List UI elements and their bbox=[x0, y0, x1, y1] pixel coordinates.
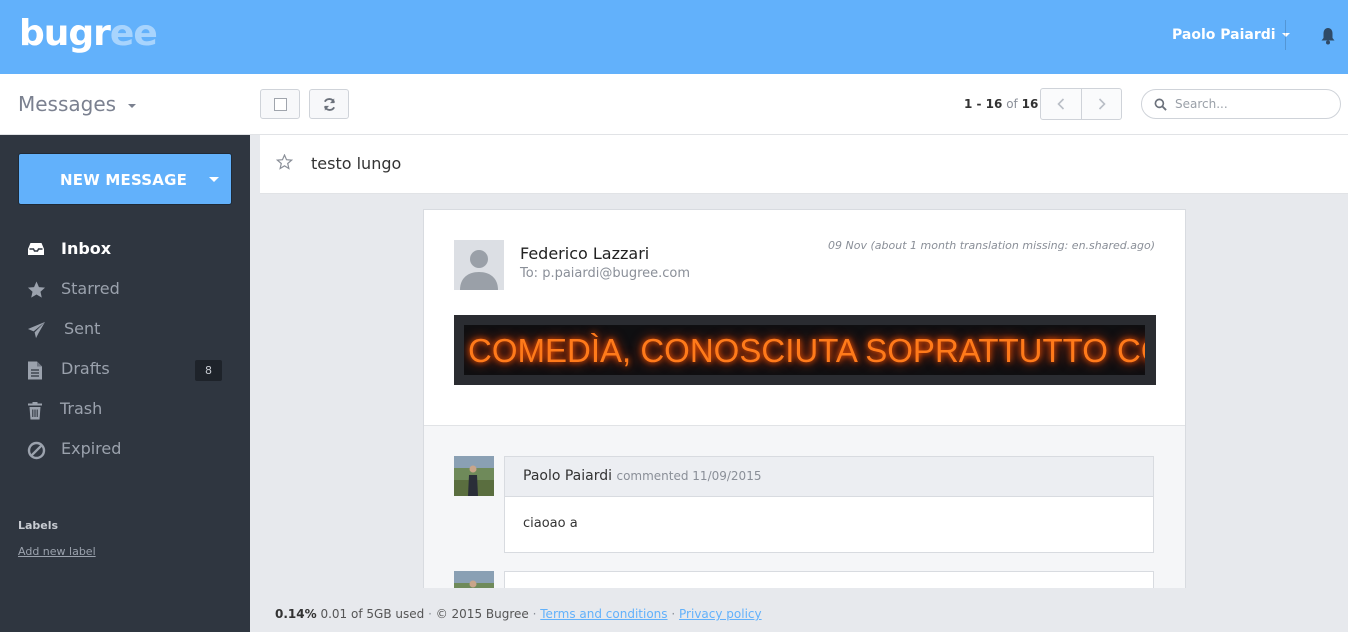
message-date: 09 Nov (about 1 month translation missin… bbox=[828, 239, 1155, 252]
logo-text: bugr bbox=[19, 13, 111, 54]
message-card: Federico Lazzari To: p.paiardi@bugree.co… bbox=[423, 209, 1186, 632]
sidebar-item-label: Drafts bbox=[61, 359, 110, 378]
bugree-logo[interactable]: bugree bbox=[19, 12, 158, 56]
sidebar-item-starred[interactable]: Starred bbox=[0, 272, 250, 308]
commenter-photo bbox=[454, 456, 494, 496]
checkbox-icon bbox=[274, 98, 287, 111]
chevron-right-icon bbox=[1098, 98, 1106, 110]
select-all-button[interactable] bbox=[260, 89, 300, 119]
message-subject-bar: testo lungo bbox=[260, 135, 1348, 194]
sidebar-item-drafts[interactable]: Drafts 8 bbox=[0, 352, 250, 388]
comment-header: Paolo Paiardi commented 11/09/2015 bbox=[505, 457, 1153, 497]
storage-usage: 0.01 of 5GB used bbox=[320, 607, 425, 621]
next-page-button[interactable] bbox=[1082, 89, 1123, 119]
refresh-icon bbox=[323, 98, 336, 111]
pagination-info: 1 - 16 of 16 bbox=[964, 97, 1038, 111]
search-input[interactable] bbox=[1175, 95, 1330, 113]
banner-text: COMEDÌA, CONOSCIUTA SOPRATTUTTO COME bbox=[468, 332, 1145, 369]
drafts-count-badge: 8 bbox=[195, 360, 222, 381]
pagination-range: 1 - 16 bbox=[964, 97, 1003, 111]
toolbar: Messages 1 - 16 of 16 bbox=[0, 74, 1348, 135]
pagination-total: 16 bbox=[1021, 97, 1039, 111]
topbar-divider bbox=[1285, 20, 1286, 50]
comment-meta: commented 11/09/2015 bbox=[616, 469, 762, 483]
sidebar-item-label: Trash bbox=[60, 399, 103, 418]
message-banner-image: COMEDÌA, CONOSCIUTA SOPRATTUTTO COME bbox=[454, 315, 1156, 385]
sender-name: Federico Lazzari bbox=[520, 244, 650, 263]
refresh-button[interactable] bbox=[309, 89, 349, 119]
recipient: To: p.paiardi@bugree.com bbox=[520, 266, 691, 281]
sidebar-item-label: Sent bbox=[64, 319, 101, 338]
message-subject: testo lungo bbox=[311, 154, 402, 173]
document-icon bbox=[28, 361, 42, 380]
bell-icon[interactable] bbox=[1320, 27, 1336, 45]
star-outline-icon[interactable] bbox=[276, 154, 293, 170]
avatar bbox=[454, 240, 504, 290]
user-silhouette-icon bbox=[460, 250, 498, 290]
privacy-link[interactable]: Privacy policy bbox=[679, 607, 762, 621]
new-message-button[interactable]: NEW MESSAGE bbox=[18, 153, 232, 205]
add-label-link[interactable]: Add new label bbox=[18, 545, 96, 559]
previous-page-button[interactable] bbox=[1041, 89, 1082, 119]
new-message-label: NEW MESSAGE bbox=[60, 171, 188, 189]
top-bar: bugree Paolo Paiardi bbox=[0, 0, 1348, 74]
comment-author: Paolo Paiardi bbox=[523, 468, 613, 484]
chevron-down-icon bbox=[128, 103, 137, 108]
footer: 0.14% 0.01 of 5GB used · © 2015 Bugree ·… bbox=[250, 588, 1348, 632]
section-title: Messages bbox=[18, 92, 117, 116]
search-icon bbox=[1154, 98, 1167, 111]
footer-separator: · bbox=[671, 607, 676, 621]
sidebar-item-trash[interactable]: Trash bbox=[0, 392, 250, 428]
copyright: © 2015 Bugree bbox=[435, 607, 529, 621]
banner-screen: COMEDÌA, CONOSCIUTA SOPRATTUTTO COME bbox=[464, 325, 1145, 375]
avatar bbox=[454, 456, 494, 496]
ban-icon bbox=[27, 441, 46, 460]
inbox-icon bbox=[28, 243, 44, 255]
comment: Paolo Paiardi commented 11/09/2015 ciaoa… bbox=[504, 456, 1154, 553]
footer-separator: · bbox=[532, 607, 537, 621]
comment-body: ciaoao a bbox=[523, 516, 578, 531]
pagination-controls bbox=[1040, 88, 1122, 120]
section-title-dropdown[interactable]: Messages bbox=[18, 92, 137, 116]
paper-plane-icon bbox=[27, 321, 46, 339]
terms-link[interactable]: Terms and conditions bbox=[540, 607, 667, 621]
chevron-left-icon bbox=[1057, 98, 1065, 110]
pagination-of: of bbox=[1006, 97, 1018, 111]
star-icon bbox=[27, 281, 46, 298]
sidebar-item-expired[interactable]: Expired bbox=[0, 432, 250, 468]
sidebar-item-inbox[interactable]: Inbox bbox=[0, 232, 250, 268]
user-name: Paolo Paiardi bbox=[1172, 27, 1276, 43]
sidebar-item-label: Starred bbox=[61, 279, 120, 298]
logo-text-fade: ee bbox=[109, 13, 158, 54]
footer-separator: · bbox=[428, 607, 432, 621]
labels-heading: Labels bbox=[18, 519, 59, 532]
footer-text: 0.14% 0.01 of 5GB used · © 2015 Bugree ·… bbox=[275, 607, 762, 622]
sidebar-item-sent[interactable]: Sent bbox=[0, 312, 250, 348]
search-box bbox=[1141, 89, 1341, 119]
sidebar-item-label: Expired bbox=[61, 439, 122, 458]
sidebar: NEW MESSAGE Inbox Starred Sent Drafts 8 bbox=[0, 135, 250, 632]
sidebar-item-label: Inbox bbox=[61, 239, 112, 258]
storage-percent: 0.14% bbox=[275, 607, 317, 621]
trash-icon bbox=[28, 402, 42, 420]
chevron-down-icon[interactable] bbox=[209, 177, 219, 182]
user-menu[interactable]: Paolo Paiardi bbox=[1172, 26, 1290, 44]
